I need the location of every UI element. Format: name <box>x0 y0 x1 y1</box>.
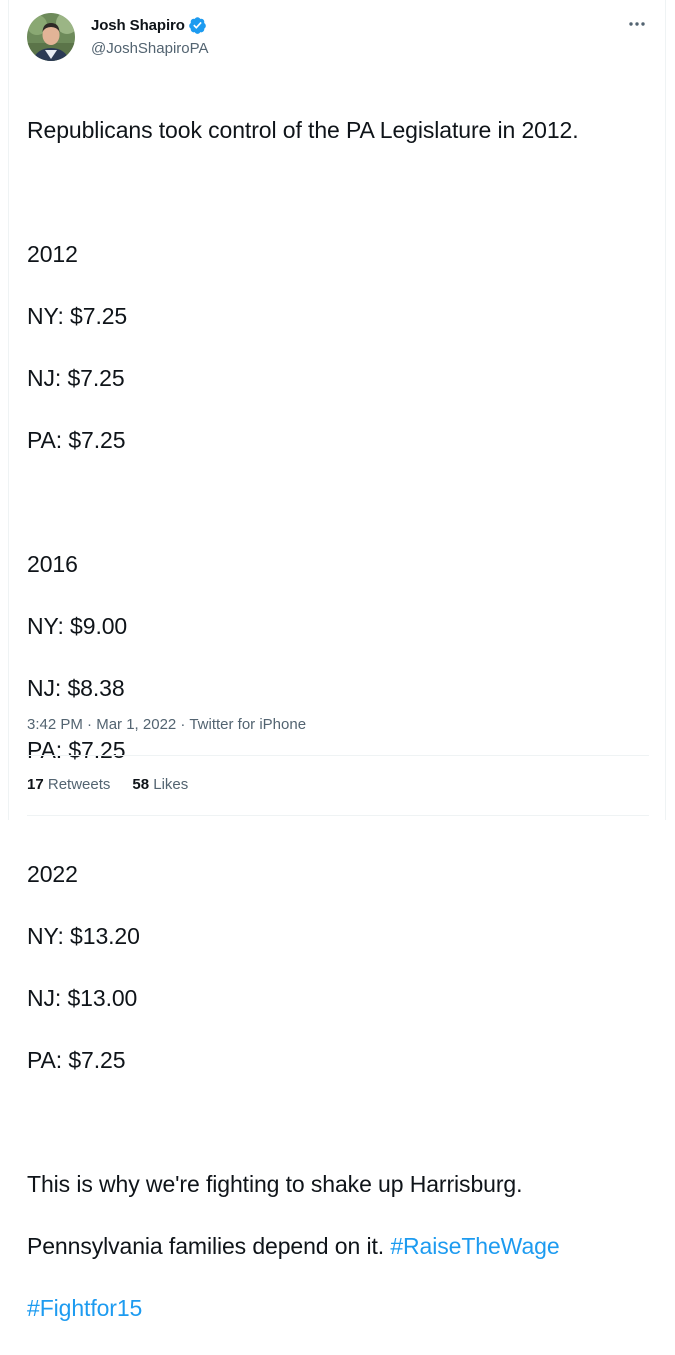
avatar[interactable] <box>27 13 75 61</box>
tweet-source[interactable]: Twitter for iPhone <box>189 716 306 733</box>
tweet-line-text: Pennsylvania families depend on it. <box>27 1233 391 1259</box>
tweet-line: NJ: $7.25 <box>27 365 125 391</box>
author-handle[interactable]: @JoshShapiroPA <box>91 40 209 57</box>
tweet-card: Josh Shapiro @JoshShapiroPA Republicans … <box>8 0 666 1321</box>
verified-badge-icon <box>188 16 207 35</box>
tweet-line: PA: $7.25 <box>27 737 126 763</box>
tweet-line <box>27 797 657 828</box>
meta-separator: · <box>176 716 190 733</box>
tweet-line: NJ: $13.00 <box>27 985 138 1011</box>
tweet-line-with-hashtag: Pennsylvania families depend on it. #Rai… <box>27 1231 657 1262</box>
tweet-line: 2012 <box>27 241 78 267</box>
tweet-line: PA: $7.25 <box>27 1047 126 1073</box>
retweets-stat[interactable]: 17 Retweets <box>27 776 110 793</box>
tweet-line: PA: $7.25 <box>27 427 126 453</box>
retweets-count: 17 <box>27 776 44 793</box>
likes-stat[interactable]: 58 Likes <box>132 776 188 793</box>
tweet-line: NY: $9.00 <box>27 613 128 639</box>
avatar-photo <box>27 13 75 61</box>
tweet-line: This is why we're fighting to shake up H… <box>27 1171 523 1197</box>
author-display-name[interactable]: Josh Shapiro <box>91 17 185 34</box>
tweet-line: NY: $7.25 <box>27 303 128 329</box>
tweet-line: 2022 <box>27 861 78 887</box>
tweet-date[interactable]: Mar 1, 2022 <box>96 716 176 733</box>
hashtag-fight-for-15[interactable]: #Fightfor15 <box>27 1295 142 1321</box>
tweet-line: NY: $13.20 <box>27 923 140 949</box>
likes-label: Likes <box>153 776 189 793</box>
author-name-row: Josh Shapiro <box>91 16 207 35</box>
hashtag-raise-the-wage[interactable]: #RaiseTheWage <box>390 1233 559 1259</box>
tweet-meta: 3:42 PM · Mar 1, 2022 · Twitter for iPho… <box>27 716 306 733</box>
meta-separator: · <box>82 716 97 733</box>
tweet-stats: 17 Retweets 58 Likes <box>27 776 188 793</box>
divider <box>27 815 649 816</box>
likes-count: 58 <box>132 776 150 793</box>
retweets-label: Retweets <box>47 776 111 793</box>
tweet-line: Republicans took control of the PA Legis… <box>27 117 579 143</box>
tweet-line: 2016 <box>27 551 78 577</box>
tweet-line <box>27 487 657 518</box>
divider <box>27 755 649 756</box>
tweet-line: NJ: $8.38 <box>27 675 125 701</box>
tweet-time[interactable]: 3:42 PM <box>27 716 83 733</box>
tweet-line <box>27 177 657 208</box>
more-options-icon[interactable] <box>627 14 647 34</box>
tweet-line <box>27 1107 657 1138</box>
tweet-line-hashtag: #Fightfor15 <box>27 1293 657 1324</box>
